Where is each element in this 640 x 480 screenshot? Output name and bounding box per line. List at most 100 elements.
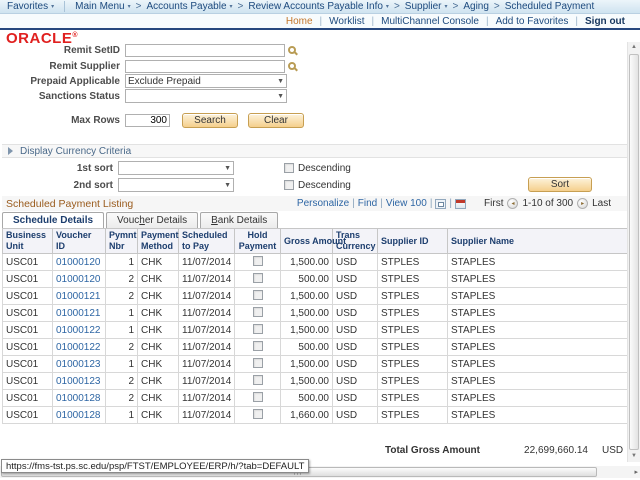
cell-voucher-id: 01000128 (53, 407, 106, 424)
toolbar-separator: | (352, 198, 355, 209)
lookup-magnifier-icon[interactable] (288, 46, 296, 54)
breadcrumb-separator: > (136, 1, 142, 12)
voucher-id-link[interactable]: 01000128 (56, 393, 101, 404)
hold-payment-checkbox[interactable] (253, 409, 263, 419)
personalize-link[interactable]: Personalize (297, 198, 349, 209)
sort-button[interactable]: Sort (528, 177, 592, 192)
next-page-icon[interactable]: ▸ (577, 198, 588, 209)
col-header-trans-currency: Trans Currency (333, 229, 378, 254)
sanctions-status-select[interactable]: ▼ (125, 89, 287, 103)
previous-page-icon[interactable]: ◂ (507, 198, 518, 209)
descending-checkbox-1[interactable] (284, 163, 294, 173)
cell-voucher-id: 01000123 (53, 356, 106, 373)
cell-voucher-id: 01000122 (53, 322, 106, 339)
cell-supplier-name: STAPLES (448, 288, 628, 305)
cell-voucher-id: 01000121 (53, 305, 106, 322)
utility-link-worklist[interactable]: Worklist (329, 16, 364, 27)
breadcrumb-label: Main Menu (75, 1, 124, 12)
cell-supplier-id: STPLES (378, 373, 448, 390)
voucher-id-link[interactable]: 01000123 (56, 376, 101, 387)
utility-link-add-to-favorites[interactable]: Add to Favorites (496, 16, 569, 27)
sort-label-2: 2nd sort (0, 180, 113, 191)
hold-payment-checkbox[interactable] (253, 273, 263, 283)
remit-setid-input[interactable] (125, 44, 285, 57)
breadcrumb-label: Aging (463, 1, 489, 12)
descending-checkbox-2[interactable] (284, 180, 294, 190)
breadcrumb: Favorites▾Main Menu▾>Accounts Payable▾>R… (0, 0, 640, 14)
cell-pymnt-nbr: 2 (106, 288, 138, 305)
cell-hold-payment (235, 407, 281, 424)
scroll-down-icon[interactable]: ▼ (628, 451, 640, 462)
cell-business-unit: USC01 (3, 390, 53, 407)
cell-pymnt-nbr: 2 (106, 339, 138, 356)
utility-link-home[interactable]: Home (286, 16, 313, 27)
tab-schedule-details[interactable]: Schedule Details (2, 212, 104, 228)
breadcrumb-item-main-menu[interactable]: Main Menu▾ (75, 1, 130, 12)
scroll-up-icon[interactable]: ▲ (628, 42, 640, 53)
hold-payment-checkbox[interactable] (253, 256, 263, 266)
table-header-row: Business UnitVoucher IDPymnt NbrPayment … (3, 229, 628, 254)
table-row: USC01010001202CHK11/07/2014500.00USDSTPL… (3, 271, 628, 288)
vertical-scrollbar[interactable]: ▲ ▼ (627, 42, 640, 462)
col-header-scheduled-to-pay: Scheduled to Pay (179, 229, 235, 254)
max-rows-input[interactable] (125, 114, 170, 127)
cell-pymnt-nbr: 1 (106, 254, 138, 271)
pagination-last[interactable]: Last (592, 198, 611, 209)
lookup-magnifier-icon[interactable] (288, 62, 296, 70)
voucher-id-link[interactable]: 01000123 (56, 359, 101, 370)
cell-hold-payment (235, 322, 281, 339)
hold-payment-checkbox[interactable] (253, 324, 263, 334)
hold-payment-checkbox[interactable] (253, 392, 263, 402)
hold-payment-checkbox[interactable] (253, 358, 263, 368)
voucher-id-link[interactable]: 01000121 (56, 308, 101, 319)
utility-link-sign-out[interactable]: Sign out (585, 16, 625, 27)
breadcrumb-item-supplier[interactable]: Supplier▾ (405, 1, 448, 12)
cell-gross-amount: 1,500.00 (281, 305, 333, 322)
expand-section-icon[interactable] (8, 147, 13, 155)
toolbar-separator: | (380, 198, 383, 209)
hold-payment-checkbox[interactable] (253, 375, 263, 385)
search-button[interactable]: Search (182, 113, 238, 128)
hold-payment-checkbox[interactable] (253, 290, 263, 300)
breadcrumb-item-favorites[interactable]: Favorites▾ (7, 1, 54, 12)
voucher-id-link[interactable]: 01000122 (56, 342, 101, 353)
table-row: USC01010001222CHK11/07/2014500.00USDSTPL… (3, 339, 628, 356)
cell-scheduled-to-pay: 11/07/2014 (179, 356, 235, 373)
cell-gross-amount: 1,500.00 (281, 356, 333, 373)
breadcrumb-item-accounts-payable[interactable]: Accounts Payable▾ (146, 1, 232, 12)
voucher-id-link[interactable]: 01000122 (56, 325, 101, 336)
voucher-id-link[interactable]: 01000128 (56, 410, 101, 421)
remit-supplier-input[interactable] (125, 60, 285, 73)
section-title: Display Currency Criteria (20, 146, 131, 157)
cell-gross-amount: 500.00 (281, 271, 333, 288)
view-100-link[interactable]: View 100 (386, 198, 427, 209)
find-link[interactable]: Find (358, 198, 377, 209)
tab-bank-details[interactable]: Bank Details (200, 212, 278, 228)
cell-gross-amount: 1,500.00 (281, 254, 333, 271)
voucher-id-link[interactable]: 01000121 (56, 291, 101, 302)
utility-link-multichannel-console[interactable]: MultiChannel Console (381, 16, 479, 27)
voucher-id-link[interactable]: 01000120 (56, 257, 101, 268)
voucher-id-link[interactable]: 01000120 (56, 274, 101, 285)
cell-payment-method: CHK (138, 356, 179, 373)
scroll-right-icon[interactable]: ▸ (634, 468, 638, 476)
breadcrumb-item-review-accounts-payable-info[interactable]: Review Accounts Payable Info▾ (248, 1, 389, 12)
cell-scheduled-to-pay: 11/07/2014 (179, 305, 235, 322)
clear-button[interactable]: Clear (248, 113, 304, 128)
breadcrumb-item-scheduled-payment[interactable]: Scheduled Payment (505, 1, 595, 12)
cell-scheduled-to-pay: 11/07/2014 (179, 288, 235, 305)
breadcrumb-item-aging[interactable]: Aging (463, 1, 489, 12)
hold-payment-checkbox[interactable] (253, 307, 263, 317)
sort-select-1[interactable]: ▼ (118, 161, 234, 175)
tab-voucher-details[interactable]: Voucher Details (106, 212, 198, 228)
download-icon[interactable] (455, 199, 466, 209)
cell-supplier-id: STPLES (378, 288, 448, 305)
prepaid-applicable-select[interactable]: Exclude Prepaid▼ (125, 74, 287, 88)
vertical-scroll-thumb[interactable] (629, 54, 639, 450)
pagination-first[interactable]: First (484, 198, 503, 209)
sort-select-2[interactable]: ▼ (118, 178, 234, 192)
popout-grid-icon[interactable] (435, 199, 446, 209)
cell-voucher-id: 01000128 (53, 390, 106, 407)
hold-payment-checkbox[interactable] (253, 341, 263, 351)
tab-label: Bank Details (211, 215, 267, 226)
